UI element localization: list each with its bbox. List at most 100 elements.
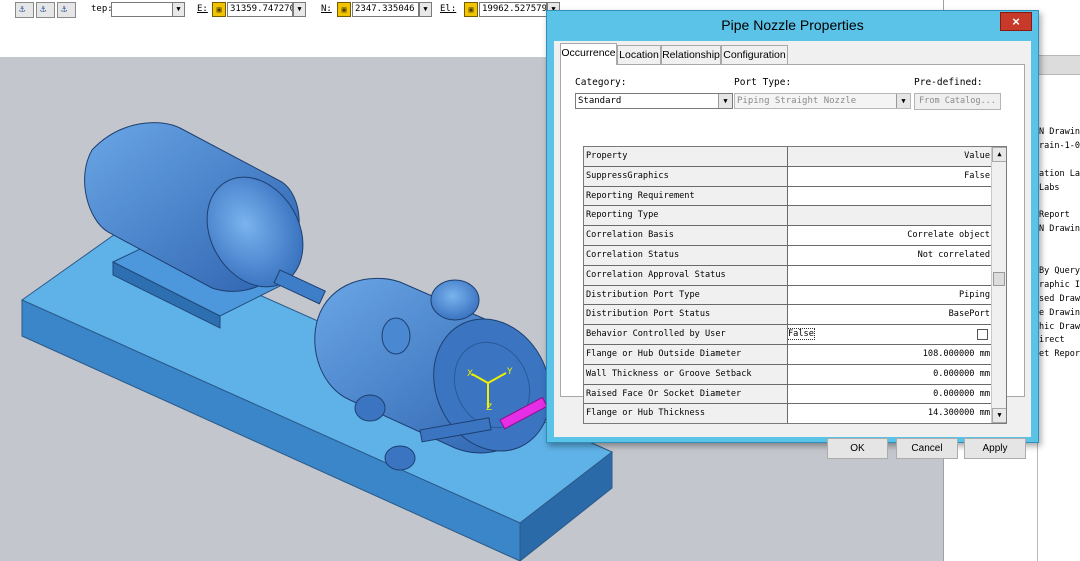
grid-header-value: Value <box>788 147 991 167</box>
chevron-down-icon[interactable]: ▼ <box>419 2 432 17</box>
port-type-select[interactable]: Piping Straight Nozzle <box>734 93 911 109</box>
grid-row[interactable]: Correlation Approval Status <box>584 265 991 286</box>
grid-row[interactable]: Raised Face Or Socket Diameter 0.000000 m… <box>584 384 991 405</box>
grid-row-property: Behavior Controlled by User <box>584 325 788 345</box>
right-panel-line[interactable]: hic Draw <box>1039 322 1080 332</box>
chevron-down-icon[interactable]: ▼ <box>896 94 910 108</box>
grid-row-value[interactable] <box>788 265 991 286</box>
cancel-button[interactable]: Cancel <box>896 438 958 459</box>
grid-row-property: Distribution Port Status <box>584 305 788 326</box>
category-select[interactable]: Standard <box>575 93 733 109</box>
grid-row-property: Wall Thickness or Groove Setback <box>584 364 788 385</box>
e-coordinate-field[interactable]: 31359.747270 <box>227 2 293 17</box>
chevron-down-icon[interactable]: ▼ <box>718 94 732 108</box>
right-panel-line[interactable]: N Drawin <box>1039 127 1080 137</box>
anchor-icon: ⚓ <box>61 4 68 15</box>
port-type-label: Port Type: <box>734 77 792 88</box>
pipe-nozzle-properties-dialog: Pipe Nozzle Properties × Occurrence Loca… <box>546 10 1039 459</box>
right-panel-line[interactable]: Labs <box>1039 183 1059 193</box>
grid-header-property: Property <box>584 147 788 167</box>
tab-occurrence[interactable]: Occurrence <box>560 43 617 65</box>
grid-row-value[interactable]: 0.000000 mm <box>788 364 991 385</box>
grid-row[interactable]: Reporting Type <box>584 206 991 227</box>
category-label: Category: <box>575 77 627 88</box>
grid-row-value[interactable]: Correlate object <box>788 226 991 246</box>
triad-z-label: Z <box>486 403 492 413</box>
grid-row-property: Reporting Requirement <box>584 186 788 207</box>
grid-row[interactable]: Correlation Basis Correlate object <box>584 226 991 246</box>
right-panel-line[interactable]: raphic I <box>1039 280 1080 290</box>
chevron-down-icon[interactable]: ▼ <box>293 2 306 17</box>
grid-row-value[interactable]: 0.000000 mm <box>788 384 991 405</box>
grid-row[interactable]: Correlation Status Not correlated <box>584 246 991 266</box>
grid-row-value[interactable]: False <box>788 325 991 345</box>
grid-row-property: Flange or Hub Outside Diameter <box>584 345 788 365</box>
grid-row-value[interactable]: BasePort <box>788 305 991 326</box>
right-panel-line[interactable]: e Drawin <box>1039 308 1080 318</box>
n-coordinate-field[interactable]: 2347.335046 r <box>352 2 419 17</box>
behavior-checkbox[interactable] <box>977 329 988 341</box>
chevron-down-icon[interactable]: ▼ <box>172 2 185 17</box>
grid-row[interactable]: SuppressGraphics False <box>584 166 991 187</box>
right-panel-line[interactable]: irect <box>1039 335 1065 345</box>
grid-row-property: Flange or Hub Thickness <box>584 404 788 423</box>
grid-row-property: SuppressGraphics <box>584 166 788 187</box>
grid-scrollbar[interactable]: ▲ ▼ <box>991 147 1006 423</box>
tab-relationship[interactable]: Relationship <box>661 45 721 64</box>
grid-row[interactable]: Reporting Requirement <box>584 186 991 207</box>
grid-row-value[interactable]: Piping <box>788 285 991 306</box>
right-panel-line[interactable]: By Query <box>1039 266 1080 276</box>
n-label: N: <box>321 4 332 14</box>
properties-grid: Property Value SuppressGraphics False Repo… <box>583 146 1007 424</box>
step-label: tep: <box>91 4 113 14</box>
dialog-title: Pipe Nozzle Properties <box>721 17 864 33</box>
grid-row[interactable]: Behavior Controlled by User False <box>584 325 991 345</box>
grid-row-value[interactable]: False <box>788 166 991 187</box>
right-panel-line[interactable]: ation Lab <box>1039 169 1080 179</box>
grid-row[interactable]: Flange or Hub Thickness 14.300000 mm <box>584 404 991 423</box>
grid-row-value[interactable]: 108.000000 mm <box>788 345 991 365</box>
right-panel-line[interactable]: Report <box>1039 210 1070 220</box>
grid-row-property: Correlation Approval Status <box>584 265 788 286</box>
apply-button[interactable]: Apply <box>964 438 1026 459</box>
anchor-tool-button-2[interactable]: ⚓ <box>36 2 55 18</box>
lock-icon[interactable]: ▣ <box>212 2 226 17</box>
predefined-label: Pre-defined: <box>914 77 983 88</box>
scroll-thumb[interactable] <box>993 272 1005 286</box>
from-catalog-button[interactable]: From Catalog... <box>914 93 1001 110</box>
grid-row-value[interactable]: Not correlated <box>788 246 991 266</box>
grid-row-property: Raised Face Or Socket Diameter <box>584 384 788 405</box>
anchor-tool-button-3[interactable]: ⚓ <box>57 2 76 18</box>
triad-x-label: X <box>467 369 473 379</box>
grid-row[interactable]: Wall Thickness or Groove Setback 0.000000… <box>584 364 991 385</box>
scroll-up-icon[interactable]: ▲ <box>992 147 1006 162</box>
grid-row-property: Correlation Basis <box>584 226 788 246</box>
grid-row-property: Reporting Type <box>584 206 788 227</box>
grid-row-value[interactable]: 14.300000 mm <box>788 404 991 423</box>
el-coordinate-field[interactable]: 19962.527579 <box>479 2 547 17</box>
lock-icon[interactable]: ▣ <box>337 2 351 17</box>
right-panel-line[interactable]: et Report <box>1039 349 1080 359</box>
ok-button[interactable]: OK <box>827 438 888 459</box>
grid-row-value-text: False <box>788 328 815 341</box>
scroll-down-icon[interactable]: ▼ <box>992 408 1006 423</box>
tab-location[interactable]: Location <box>617 45 661 64</box>
right-panel-line[interactable]: sed Draw <box>1039 294 1080 304</box>
close-icon[interactable]: × <box>1000 12 1032 31</box>
el-label: El: <box>440 4 457 14</box>
grid-row[interactable]: Flange or Hub Outside Diameter 108.000000… <box>584 345 991 365</box>
anchor-icon: ⚓ <box>19 4 26 15</box>
grid-row-value[interactable] <box>788 186 991 207</box>
right-panel-line[interactable]: rain-1-01 <box>1039 141 1080 151</box>
step-combo[interactable] <box>111 2 173 17</box>
anchor-icon: ⚓ <box>40 4 47 15</box>
anchor-tool-button-1[interactable]: ⚓ <box>15 2 34 18</box>
grid-row[interactable]: Distribution Port Status BasePort <box>584 305 991 326</box>
grid-row[interactable]: Distribution Port Type Piping <box>584 285 991 306</box>
tab-configuration[interactable]: Configuration <box>721 45 788 64</box>
lock-icon[interactable]: ▣ <box>464 2 478 17</box>
right-panel-line[interactable]: N Drawin <box>1039 224 1080 234</box>
grid-row-value[interactable] <box>788 206 991 227</box>
grid-row-property: Correlation Status <box>584 246 788 266</box>
dialog-body: Occurrence Location Relationship Configu… <box>554 41 1031 459</box>
